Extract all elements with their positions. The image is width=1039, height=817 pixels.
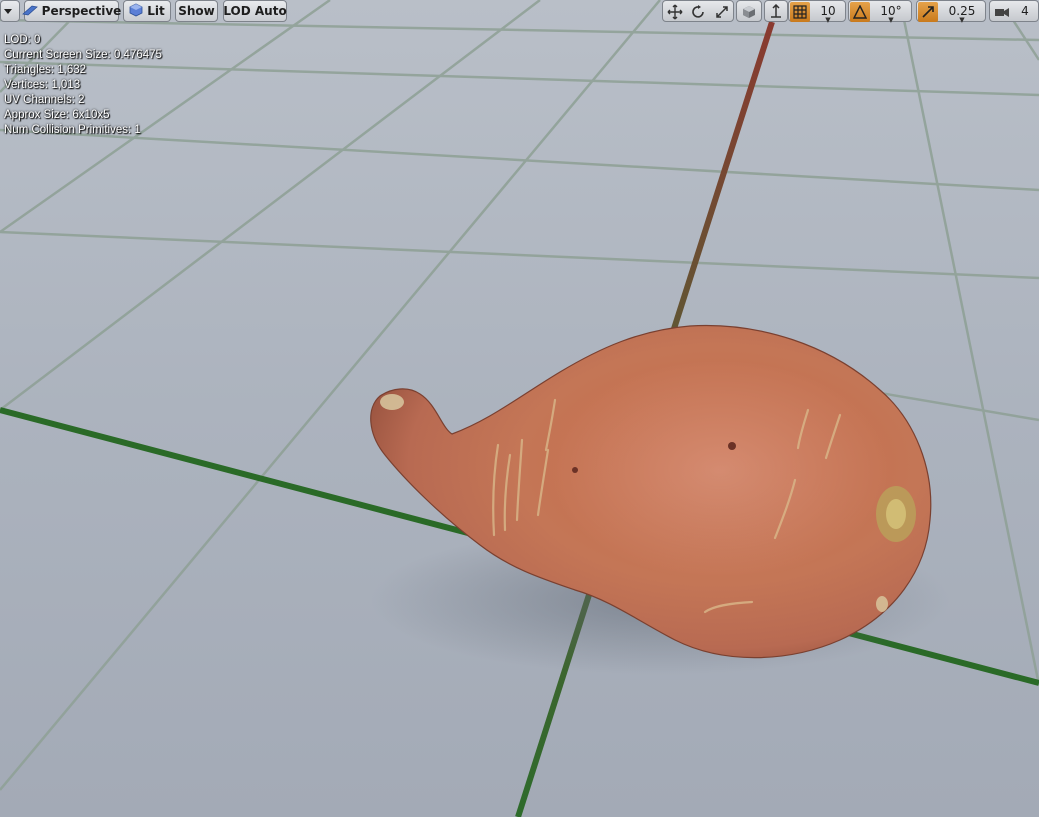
stat-vertices: Vertices: 1,013 — [4, 78, 162, 93]
rotate-icon[interactable] — [688, 2, 708, 22]
stat-value: 1,013 — [51, 79, 81, 91]
stat-triangles: Triangles: 1,632 — [4, 63, 162, 78]
view-mode-lit-button[interactable]: Lit — [123, 0, 171, 22]
stat-value: 0.476475 — [113, 49, 162, 61]
grid-snap-value[interactable]: 10 ▼ — [813, 1, 843, 24]
chevron-down-icon: ▼ — [959, 16, 965, 24]
grid-snap-group: 10 ▼ — [788, 0, 846, 24]
scale-snap-value[interactable]: 0.25 ▼ — [941, 1, 983, 24]
stat-value: 0 — [34, 34, 41, 46]
chevron-down-icon: ▼ — [888, 16, 894, 24]
viewport-options-icon — [3, 4, 13, 18]
stat-lod: LOD: 0 — [4, 33, 162, 48]
stat-value: 6x10x5 — [72, 109, 110, 121]
world-local-icon[interactable] — [739, 2, 759, 22]
camera-speed-group: 4 — [989, 0, 1039, 22]
rotation-snap-group: 10° ▼ — [848, 0, 912, 24]
stat-screen-size: Current Screen Size: 0.476475 — [4, 48, 162, 63]
lit-icon — [129, 3, 143, 20]
perspective-icon — [21, 4, 38, 19]
camera-speed-value-text: 4 — [1021, 4, 1029, 18]
lod-button[interactable]: LOD Auto — [223, 0, 287, 22]
scale-snap-icon[interactable] — [918, 2, 938, 22]
stat-label: Num Collision Primitives: — [4, 124, 132, 136]
chevron-down-icon: ▼ — [825, 16, 831, 24]
stat-label: Approx Size: — [4, 109, 70, 121]
grid-snap-icon[interactable] — [790, 2, 810, 22]
rotation-snap-value[interactable]: 10° ▼ — [873, 1, 909, 24]
mesh-stats-overlay: LOD: 0 Current Screen Size: 0.476475 Tri… — [4, 33, 162, 138]
view-mode-perspective-button[interactable]: Perspective — [21, 0, 122, 22]
viewport-options-button[interactable] — [0, 0, 20, 22]
world-local-group — [736, 0, 762, 22]
stat-collision-primitives: Num Collision Primitives: 1 — [4, 123, 162, 138]
stat-label: Vertices: — [4, 79, 49, 91]
lighting-label: Lit — [147, 4, 165, 18]
stat-uv-channels: UV Channels: 2 — [4, 93, 162, 108]
surface-snap-icon[interactable] — [766, 2, 786, 22]
stat-label: Current Screen Size: — [4, 49, 111, 61]
scale-icon[interactable] — [712, 2, 732, 22]
translate-icon[interactable] — [665, 2, 685, 22]
stat-label: UV Channels: — [4, 94, 75, 106]
rotation-snap-icon[interactable] — [850, 2, 870, 22]
stat-label: LOD: — [4, 34, 31, 46]
stat-label: Triangles: — [4, 64, 55, 76]
stat-value: 1 — [134, 124, 141, 136]
show-button[interactable]: Show — [175, 0, 218, 22]
stat-value: 2 — [78, 94, 85, 106]
stat-approx-size: Approx Size: 6x10x5 — [4, 108, 162, 123]
transform-tools-group — [662, 0, 734, 22]
show-label: Show — [178, 4, 215, 18]
surface-snap-group — [764, 0, 788, 22]
lod-label: LOD Auto — [223, 4, 287, 18]
camera-speed-value[interactable]: 4 — [1016, 1, 1034, 21]
view-mode-label: Perspective — [41, 4, 122, 18]
camera-speed-icon[interactable] — [992, 2, 1012, 22]
scale-snap-group: 0.25 ▼ — [916, 0, 986, 24]
stat-value: 1,632 — [57, 64, 87, 76]
